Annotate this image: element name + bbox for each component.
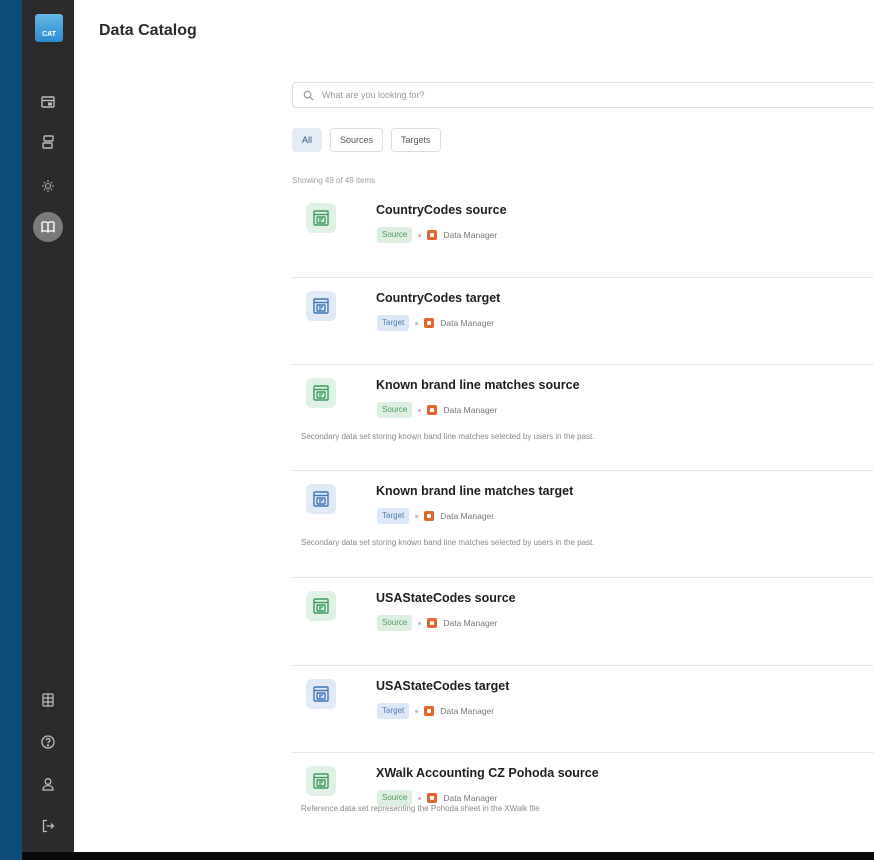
type-badge: Target (377, 703, 410, 719)
main-content: Data Catalog All Sources Targets Showing… (74, 0, 874, 852)
window-shadow (22, 852, 874, 860)
separator-dot (418, 408, 422, 412)
book-icon[interactable] (33, 212, 63, 242)
list-item[interactable]: CountryCodes target Target Data Manager (292, 278, 874, 365)
item-description: Reference data set representing the Poho… (301, 804, 540, 813)
data-manager-icon (427, 618, 438, 628)
results-count: Showing 49 of 49 items (292, 176, 376, 185)
app-logo[interactable]: CAT (35, 14, 63, 42)
filter-all-button[interactable]: All (292, 128, 323, 152)
dataset-icon (306, 203, 336, 233)
dataset-icon (306, 291, 336, 321)
dataset-icon (306, 484, 336, 514)
item-meta: Target Data Manager (377, 508, 494, 524)
data-manager-icon (427, 793, 438, 803)
dataset-icon (306, 378, 336, 408)
search-box[interactable] (292, 82, 874, 108)
item-title[interactable]: USAStateCodes target (376, 679, 509, 693)
separator-dot (415, 321, 419, 325)
item-meta: Source Data Manager (377, 615, 497, 631)
logo-text: CAT (42, 31, 56, 38)
data-manager-icon (424, 318, 435, 328)
grid-icon[interactable] (36, 688, 60, 712)
type-badge: Target (377, 508, 410, 524)
separator-dot (415, 709, 419, 713)
list-item[interactable]: Known brand line matches source Source D… (292, 365, 874, 471)
sidebar: CAT (22, 0, 74, 852)
list-item[interactable]: USAStateCodes target Target Data Manager (292, 666, 874, 753)
owner-label: Data Manager (443, 618, 498, 628)
owner-label: Data Manager (443, 230, 498, 240)
type-badge: Source (377, 615, 413, 631)
stack-icon[interactable] (36, 90, 60, 114)
data-manager-icon (427, 230, 438, 240)
item-title[interactable]: CountryCodes source (376, 203, 507, 217)
type-badge: Source (377, 402, 413, 418)
item-title[interactable]: CountryCodes target (376, 291, 500, 305)
owner-label: Data Manager (440, 511, 495, 521)
app-window: CAT Data Catalog What are you looking fo… (22, 0, 874, 852)
item-meta: Source Data Manager (377, 227, 497, 243)
separator-dot (418, 233, 422, 237)
item-title[interactable]: USAStateCodes source (376, 591, 516, 605)
logout-icon[interactable] (36, 814, 60, 838)
type-badge: Source (377, 227, 413, 243)
data-manager-icon (424, 706, 435, 716)
filter-bar: All Sources Targets (292, 128, 441, 152)
owner-label: Data Manager (443, 793, 498, 803)
help-icon[interactable] (36, 730, 60, 754)
gear-icon[interactable] (36, 174, 60, 198)
search-icon (303, 90, 314, 101)
owner-label: Data Manager (443, 405, 498, 415)
item-description: Secondary data set storing known band li… (301, 538, 595, 547)
item-meta: Source Data Manager (377, 402, 497, 418)
separator-dot (418, 796, 422, 800)
user-icon[interactable] (36, 772, 60, 796)
search-input[interactable] (322, 90, 822, 100)
dataset-icon (306, 766, 336, 796)
data-manager-icon (424, 511, 435, 521)
list-item[interactable]: CountryCodes source Source Data Manager (292, 190, 874, 278)
separator-dot (415, 514, 419, 518)
separator-dot (418, 621, 422, 625)
owner-label: Data Manager (440, 318, 495, 328)
owner-label: Data Manager (440, 706, 495, 716)
item-meta: Target Data Manager (377, 703, 494, 719)
dataset-icon (306, 679, 336, 709)
item-title[interactable]: XWalk Accounting CZ Pohoda source (376, 766, 599, 780)
catalog-list: CountryCodes source Source Data Manager … (292, 190, 874, 852)
list-item[interactable]: Known brand line matches target Target D… (292, 471, 874, 578)
filter-targets-button[interactable]: Targets (391, 128, 441, 152)
item-meta: Target Data Manager (377, 315, 494, 331)
data-manager-icon (427, 405, 438, 415)
item-description: Secondary data set storing known band li… (301, 432, 595, 441)
page-title: Data Catalog (99, 22, 197, 39)
filter-sources-button[interactable]: Sources (330, 128, 384, 152)
item-title[interactable]: Known brand line matches target (376, 484, 573, 498)
flow-icon[interactable] (36, 130, 60, 154)
list-item[interactable]: XWalk Accounting CZ Pohoda source Source… (292, 753, 874, 852)
dataset-icon (306, 591, 336, 621)
item-title[interactable]: Known brand line matches source (376, 378, 580, 392)
type-badge: Target (377, 315, 410, 331)
list-item[interactable]: USAStateCodes source Source Data Manager (292, 578, 874, 666)
